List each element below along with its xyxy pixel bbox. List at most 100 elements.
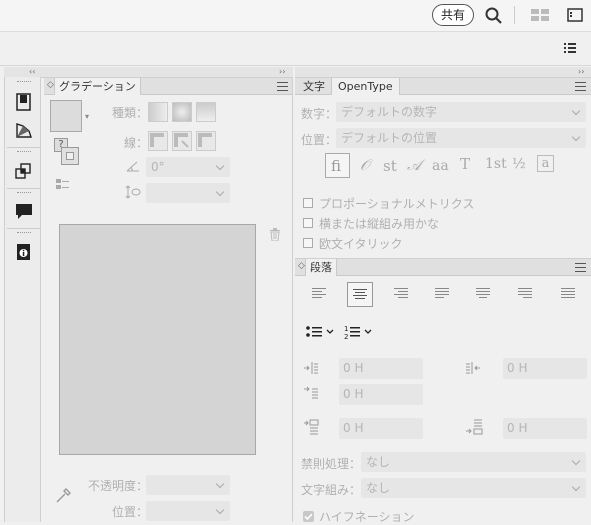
proportional-metrics-checkbox[interactable]	[303, 198, 313, 208]
collapse-left-icon[interactable]: ‹‹	[29, 67, 35, 76]
panel-menu-icon[interactable]	[575, 263, 586, 272]
stroke-along-button[interactable]	[172, 131, 192, 151]
tab-paragraph[interactable]: 段落	[305, 259, 337, 276]
mojikumi-dropdown[interactable]: なし	[361, 478, 586, 498]
left-indent-field[interactable]: 0 H	[339, 358, 423, 379]
numbers-dropdown[interactable]: デフォルトの数字	[336, 102, 586, 122]
discretionary-ligature-glyph[interactable]: st	[383, 157, 397, 175]
numbered-list-dropdown[interactable]: 12	[344, 324, 376, 341]
chevron-down-icon[interactable]: ▾	[85, 112, 89, 121]
grip-icon[interactable]: ◇	[298, 261, 305, 271]
collapse-strip-right[interactable]: ››	[295, 67, 591, 78]
position-dropdown[interactable]: デフォルトの位置	[336, 128, 586, 148]
align-right-button[interactable]	[394, 288, 408, 300]
type-label: 種類：	[112, 106, 149, 120]
ordinal-glyph[interactable]: 1st	[485, 156, 507, 172]
aspect-ratio-dropdown[interactable]	[146, 183, 230, 203]
angle-dropdown[interactable]: 0°	[146, 157, 230, 177]
svg-text:1: 1	[344, 325, 348, 333]
contextual-alternate-glyph[interactable]: T	[460, 155, 470, 173]
position-dropdown[interactable]	[146, 501, 230, 521]
space-before-icon	[303, 419, 319, 435]
stylistic-set-glyph[interactable]: a	[537, 155, 554, 172]
justify-all-button[interactable]	[561, 288, 575, 300]
bullet-list-dropdown[interactable]	[305, 324, 337, 340]
right-indent-field[interactable]: 0 H	[503, 358, 587, 379]
panel-menu-icon[interactable]	[277, 82, 288, 91]
angle-value: 0°	[151, 160, 165, 174]
divider	[7, 228, 40, 229]
justify-right-button[interactable]	[518, 288, 532, 300]
numbers-value: デフォルトの数字	[341, 105, 438, 119]
search-icon[interactable]	[484, 6, 504, 26]
tab-character[interactable]: 文字	[299, 78, 329, 95]
collapse-right-icon[interactable]: ››	[578, 67, 584, 76]
freeform-type-button[interactable]	[196, 102, 216, 122]
stroke-across-button[interactable]	[196, 131, 216, 151]
swash-glyph[interactable]: 𝒪	[360, 156, 369, 174]
opacity-dropdown[interactable]	[146, 475, 230, 495]
color-fan-icon[interactable]	[11, 118, 37, 142]
first-line-indent-icon	[303, 386, 319, 400]
kinsoku-label: 禁則処理：	[301, 457, 362, 471]
proportional-metrics-label: プロポーショナルメトリクス	[319, 197, 475, 211]
divider	[7, 147, 40, 148]
hyphenation-checkbox[interactable]	[303, 511, 314, 522]
numbers-label: 数字：	[301, 107, 338, 121]
kinsoku-value: なし	[366, 455, 391, 469]
gradient-preview-area[interactable]	[59, 224, 256, 455]
grip-icon[interactable]: ◇	[47, 80, 54, 90]
stylistic-alternate-glyph[interactable]: 𝒜	[407, 156, 421, 174]
stroke-icon[interactable]	[61, 147, 79, 165]
swatch-book-icon[interactable]	[11, 90, 37, 114]
horizontal-vertical-kana-label: 横または縦組み用かな	[319, 217, 440, 231]
position-label: 位置：	[301, 133, 338, 147]
hyphenation-label: ハイフネーション	[319, 510, 415, 524]
svg-text:2: 2	[344, 333, 348, 340]
position-value: デフォルトの位置	[341, 131, 438, 145]
eyedropper-icon[interactable]	[54, 486, 72, 504]
paragraph-panel-header: ◇ 段落	[295, 259, 591, 276]
comment-icon[interactable]	[11, 200, 37, 224]
kinsoku-dropdown[interactable]: なし	[361, 452, 586, 472]
roman-italics-checkbox[interactable]	[303, 238, 313, 248]
transform-icon[interactable]	[11, 159, 37, 183]
justify-center-button[interactable]	[476, 288, 490, 300]
justify-left-button[interactable]	[435, 288, 449, 300]
list-menu-icon[interactable]	[563, 42, 577, 54]
radial-type-button[interactable]	[172, 102, 192, 122]
stroke-within-button[interactable]	[148, 131, 168, 151]
panel-toggle-icon[interactable]	[566, 7, 584, 23]
workspace-layout-icon[interactable]	[530, 7, 550, 23]
align-center-button[interactable]	[347, 282, 373, 307]
linear-type-button[interactable]	[148, 102, 168, 122]
panel-menu-icon[interactable]	[575, 82, 586, 91]
expand-right-icon[interactable]: ››	[279, 67, 285, 76]
mojikumi-label: 文字組み：	[301, 483, 362, 497]
space-after-field[interactable]: 0 H	[503, 418, 587, 439]
align-left-button[interactable]	[312, 288, 326, 300]
space-before-field[interactable]: 0 H	[339, 418, 423, 439]
grip[interactable]	[17, 81, 31, 83]
grip[interactable]	[17, 192, 31, 194]
collapse-strip-left[interactable]: ‹‹ ››	[4, 67, 293, 78]
angle-icon	[126, 160, 140, 172]
right-indent-icon	[465, 361, 481, 375]
grip[interactable]	[17, 232, 31, 234]
tab-gradient[interactable]: グラデーション	[54, 78, 141, 95]
swap-icon[interactable]	[56, 179, 70, 191]
space-after-icon	[465, 419, 483, 435]
opacity-label: 不透明度：	[88, 479, 149, 493]
first-line-indent-field[interactable]: 0 H	[339, 384, 423, 405]
share-button[interactable]: 共有	[432, 4, 475, 26]
horizontal-vertical-kana-checkbox[interactable]	[303, 218, 313, 228]
titling-glyph[interactable]: aa	[432, 158, 449, 174]
fraction-glyph[interactable]: ½	[512, 156, 526, 172]
divider	[7, 188, 40, 189]
gradient-preview-swatch[interactable]	[50, 100, 82, 132]
grip[interactable]	[17, 151, 31, 153]
info-icon[interactable]	[11, 240, 37, 264]
trash-icon[interactable]	[269, 228, 281, 242]
roman-italics-label: 欧文イタリック	[319, 237, 403, 251]
tab-opentype[interactable]: OpenType	[331, 78, 400, 95]
